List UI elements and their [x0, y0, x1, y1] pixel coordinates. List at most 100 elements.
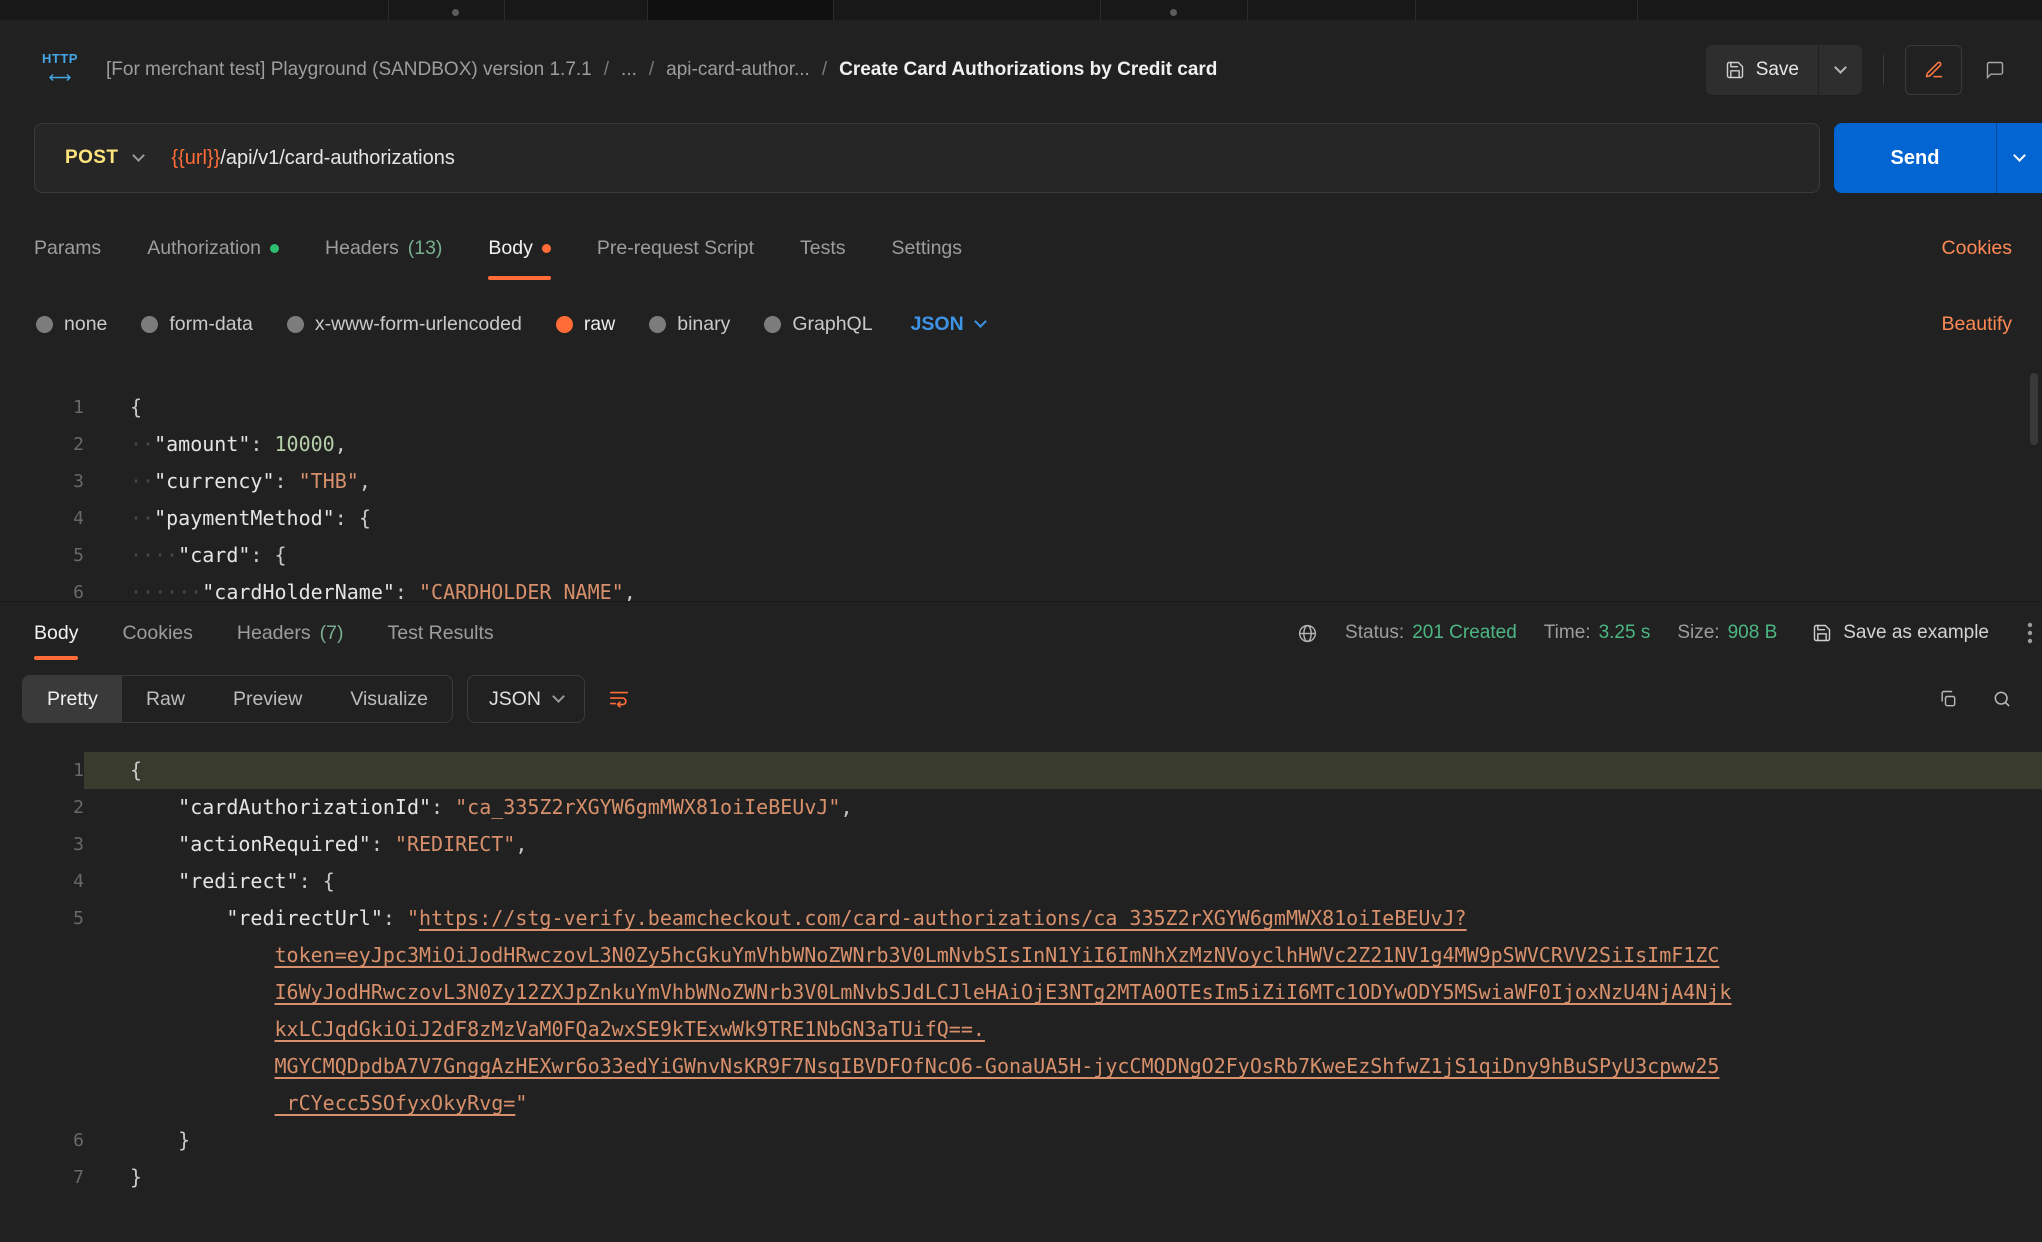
view-tab-preview[interactable]: Preview — [209, 676, 326, 722]
response-tab-body[interactable]: Body — [34, 602, 78, 664]
breadcrumb-segment[interactable]: Create Card Authorizations by Credit car… — [839, 59, 1217, 81]
response-tab-headers[interactable]: Headers(7) — [237, 602, 344, 664]
request-tabs-row: Params Authorization Headers(13) Body Pre-re… — [0, 209, 2042, 287]
copy-button[interactable] — [1938, 689, 1958, 709]
code-line[interactable]: 4 "redirect": { — [0, 863, 2042, 900]
body-language-dropdown[interactable]: JSON — [911, 313, 985, 336]
send-button[interactable]: Send — [1834, 123, 2042, 193]
url-link[interactable]: _rCYecc5SOfyxOkyRvg= — [275, 1091, 516, 1115]
url-link[interactable]: I6WyJodHRwczovL3N0Zy12ZXJpZnkuYmVhbWNoZW… — [275, 980, 1732, 1004]
code-line[interactable]: 5 "redirectUrl": "https://stg-verify.bea… — [0, 900, 2042, 937]
time-label: Time: — [1544, 622, 1591, 644]
response-language-dropdown[interactable]: JSON — [467, 675, 585, 723]
code-line[interactable]: kxLCJqdGkiOiJ2dF8zMzVaM0FQa2wxSE9kTExwWk… — [0, 1011, 2042, 1048]
body-mode-label: binary — [677, 313, 730, 336]
radio-icon — [556, 316, 573, 333]
code-line[interactable]: 6······"cardHolderName": "CARDHOLDER_NAM… — [0, 574, 2042, 601]
response-tab-test-results[interactable]: Test Results — [387, 602, 493, 664]
code-text: ··"amount": 10000, — [84, 426, 2042, 463]
edit-button[interactable] — [1905, 45, 1962, 95]
send-options-button[interactable] — [1996, 123, 2042, 193]
code-text: } — [84, 1122, 2042, 1159]
code-line[interactable]: MGYCMQDpdbA7V7GnggAzHEXwr6o33edYiGWnvNsK… — [0, 1048, 2042, 1085]
tab-body[interactable]: Body — [488, 209, 550, 287]
code-line[interactable]: 1{ — [0, 752, 2042, 789]
breadcrumb-segment[interactable]: ... — [621, 59, 637, 81]
response-tab-cookies[interactable]: Cookies — [122, 602, 192, 664]
tab-status-dot — [270, 244, 279, 253]
save-options-button[interactable] — [1818, 45, 1862, 95]
code-line[interactable]: token=eyJpc3MiOiJodHRwczovL3N0Zy5hcGkuYm… — [0, 937, 2042, 974]
request-header-row: HTTP [For merchant test] Playground (SAN… — [0, 20, 2042, 119]
size-stat: Size: 908 B — [1677, 622, 1777, 644]
code-line[interactable]: 2 "cardAuthorizationId": "ca_335Z2rXGYW6… — [0, 789, 2042, 826]
breadcrumb-separator: / — [822, 59, 827, 81]
search-button[interactable] — [1992, 689, 2012, 709]
url-link[interactable]: token=eyJpc3MiOiJodHRwczovL3N0Zy5hcGkuYm… — [275, 943, 1720, 967]
response-language-label: JSON — [489, 688, 541, 711]
code-line[interactable]: 5····"card": { — [0, 537, 2042, 574]
body-mode-binary[interactable]: binary — [649, 313, 730, 336]
body-mode-x-www-form-urlencoded[interactable]: x-www-form-urlencoded — [287, 313, 522, 336]
url-input[interactable]: {{url}}/api/v1/card-authorizations — [171, 147, 455, 170]
code-line[interactable]: _rCYecc5SOfyxOkyRvg=" — [0, 1085, 2042, 1122]
view-tab-pretty[interactable]: Pretty — [23, 676, 122, 722]
code-line[interactable]: 1{ — [0, 389, 2042, 426]
request-body-editor[interactable]: 1{2··"amount": 10000,3··"currency": "THB… — [0, 361, 2042, 601]
code-text: I6WyJodHRwczovL3N0Zy12ZXJpZnkuYmVhbWNoZW… — [84, 974, 2042, 1011]
code-text: ··"currency": "THB", — [84, 463, 2042, 500]
tab-separator — [833, 0, 834, 20]
code-line[interactable]: 3 "actionRequired": "REDIRECT", — [0, 826, 2042, 863]
view-tab-raw[interactable]: Raw — [122, 676, 209, 722]
breadcrumb-segment[interactable]: [For merchant test] Playground (SANDBOX)… — [106, 59, 592, 81]
tab-params[interactable]: Params — [34, 209, 101, 287]
tab-separator — [1415, 0, 1416, 20]
line-number: 6 — [0, 1122, 84, 1159]
breadcrumb-segment[interactable]: api-card-author... — [666, 59, 810, 81]
method-selector[interactable]: POST — [35, 124, 171, 192]
url-link[interactable]: kxLCJqdGkiOiJ2dF8zMzVaM0FQa2wxSE9kTExwWk… — [275, 1017, 985, 1041]
code-line[interactable]: 4··"paymentMethod": { — [0, 500, 2042, 537]
code-line[interactable]: I6WyJodHRwczovL3N0Zy12ZXJpZnkuYmVhbWNoZW… — [0, 974, 2042, 1011]
line-number: 2 — [0, 789, 84, 826]
body-mode-raw[interactable]: raw — [556, 313, 615, 336]
comments-button[interactable] — [1974, 45, 2016, 95]
radio-icon — [287, 316, 304, 333]
save-button[interactable]: Save — [1706, 45, 1818, 95]
save-as-example-button[interactable]: Save as example — [1812, 622, 1989, 644]
url-link[interactable]: https://stg-verify.beamcheckout.com/card… — [419, 906, 1467, 930]
tab-authorization[interactable]: Authorization — [147, 209, 279, 287]
tab-settings[interactable]: Settings — [892, 209, 962, 287]
line-number: 4 — [0, 863, 84, 900]
url-link[interactable]: MGYCMQDpdbA7V7GnggAzHEXwr6o33edYiGWnvNsK… — [275, 1054, 1720, 1078]
active-request-tab[interactable] — [647, 0, 833, 20]
view-tab-visualize[interactable]: Visualize — [326, 676, 452, 722]
response-body-editor[interactable]: 1{2 "cardAuthorizationId": "ca_335Z2rXGY… — [0, 734, 2042, 1242]
tab-separator — [1637, 0, 1638, 20]
body-mode-none[interactable]: none — [36, 313, 107, 336]
code-line[interactable]: 2··"amount": 10000, — [0, 426, 2042, 463]
status-label: Status: — [1345, 622, 1404, 644]
workspace-tab-strip[interactable] — [0, 0, 2042, 20]
code-line[interactable]: 6 } — [0, 1122, 2042, 1159]
body-mode-label: GraphQL — [792, 313, 872, 336]
network-icon[interactable] — [1297, 623, 1318, 644]
line-number — [0, 974, 84, 1011]
more-options-icon[interactable] — [2026, 622, 2034, 644]
code-line[interactable]: 7} — [0, 1159, 2042, 1196]
wrap-text-button[interactable] — [593, 675, 645, 723]
tab-pre-request-script[interactable]: Pre-request Script — [597, 209, 754, 287]
tab-tests[interactable]: Tests — [800, 209, 846, 287]
url-row: POST {{url}}/api/v1/card-authorizations … — [0, 123, 2042, 193]
status-stat: Status: 201 Created — [1345, 622, 1517, 644]
code-line[interactable]: 3··"currency": "THB", — [0, 463, 2042, 500]
scrollbar-thumb[interactable] — [2030, 373, 2038, 445]
cookies-link[interactable]: Cookies — [1942, 237, 2012, 260]
response-tabs: Body Cookies Headers(7) Test Results — [34, 602, 494, 664]
beautify-link[interactable]: Beautify — [1942, 313, 2012, 336]
code-text: ····"card": { — [84, 537, 2042, 574]
code-text: "actionRequired": "REDIRECT", — [84, 826, 2042, 863]
body-mode-form-data[interactable]: form-data — [141, 313, 252, 336]
tab-headers[interactable]: Headers(13) — [325, 209, 442, 287]
body-mode-graphql[interactable]: GraphQL — [764, 313, 872, 336]
